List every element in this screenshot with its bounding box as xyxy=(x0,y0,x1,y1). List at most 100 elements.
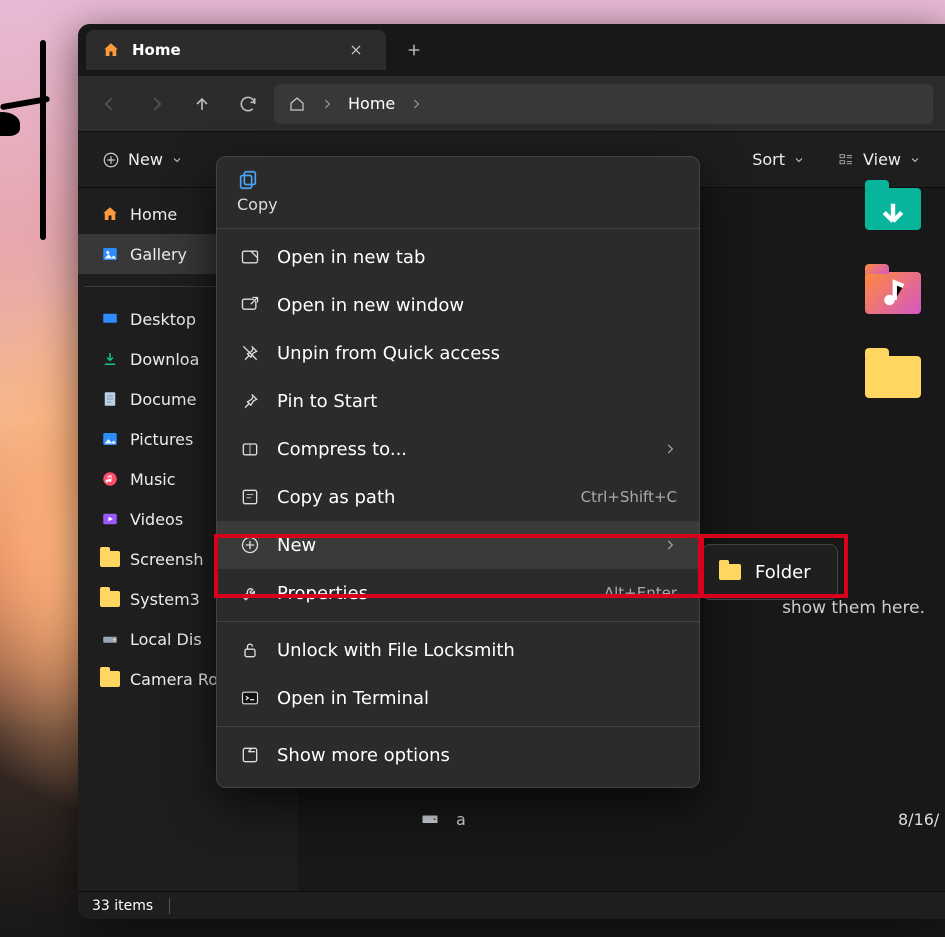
sidebar-item-label: Music xyxy=(130,470,176,489)
home-icon xyxy=(100,204,120,224)
ctx-shortcut: Ctrl+Shift+C xyxy=(581,488,677,506)
forward-button[interactable] xyxy=(136,84,176,124)
ctx-new[interactable]: New xyxy=(217,521,699,569)
ctx-label: Compress to... xyxy=(277,439,407,460)
context-separator xyxy=(217,228,699,229)
music-icon xyxy=(100,469,120,489)
more-icon xyxy=(239,744,261,766)
drive-icon xyxy=(100,629,120,649)
sidebar-item-label: Local Dis xyxy=(130,630,202,649)
sidebar-item-label: Pictures xyxy=(130,430,193,449)
folder-icon xyxy=(719,561,741,583)
ctx-unpin-quick-access[interactable]: Unpin from Quick access xyxy=(217,329,699,377)
row-name: a xyxy=(456,810,466,829)
status-bar: 33 items xyxy=(78,891,945,919)
ctx-open-new-window[interactable]: Open in new window xyxy=(217,281,699,329)
row-date: 8/16/ xyxy=(898,810,939,829)
close-icon[interactable] xyxy=(342,36,370,64)
ctx-show-more-options[interactable]: Show more options xyxy=(217,731,699,779)
tab-strip: Home xyxy=(78,24,945,76)
chevron-right-icon[interactable] xyxy=(409,97,423,111)
context-top-action[interactable]: Copy xyxy=(217,165,699,224)
sidebar-item-label: Downloa xyxy=(130,350,199,369)
drive-icon xyxy=(418,811,442,829)
sidebar-item-label: Desktop xyxy=(130,310,196,329)
sidebar-item-label: System3 xyxy=(130,590,200,609)
folder-icon xyxy=(100,589,120,609)
ctx-label: Open in new window xyxy=(277,295,464,316)
copy-icon xyxy=(237,169,679,191)
list-row[interactable]: a 8/16/ xyxy=(418,810,466,829)
wrench-icon xyxy=(239,582,261,604)
tab-home[interactable]: Home xyxy=(86,30,386,70)
context-submenu-new: Folder xyxy=(702,544,838,600)
music-folder-tile[interactable] xyxy=(865,272,921,314)
ctx-open-new-tab[interactable]: Open in new tab xyxy=(217,233,699,281)
terminal-icon xyxy=(239,687,261,709)
back-button[interactable] xyxy=(90,84,130,124)
ctx-label: Show more options xyxy=(277,745,450,766)
ctx-label: Properties xyxy=(277,583,368,604)
desktop-icon xyxy=(100,309,120,329)
chevron-right-icon xyxy=(663,442,677,456)
document-icon xyxy=(100,389,120,409)
tab-title: Home xyxy=(132,41,181,59)
ctx-label: Folder xyxy=(755,562,811,583)
address-bar[interactable]: Home xyxy=(274,84,933,124)
ctx-label: Unpin from Quick access xyxy=(277,343,500,364)
status-divider xyxy=(169,898,170,914)
video-icon xyxy=(100,509,120,529)
favorites-hint-text: show them here. xyxy=(782,598,925,618)
ctx-compress-to[interactable]: Compress to... xyxy=(217,425,699,473)
sidebar-item-label: Camera Roll xyxy=(130,670,227,689)
copy-path-icon xyxy=(239,486,261,508)
ctx-shortcut: Alt+Enter xyxy=(604,584,677,602)
ctx-label: New xyxy=(277,535,316,556)
context-separator xyxy=(217,621,699,622)
context-menu: Copy Open in new tab Open in new window … xyxy=(216,156,700,788)
ctx-copy-as-path[interactable]: Copy as path Ctrl+Shift+C xyxy=(217,473,699,521)
chevron-right-icon xyxy=(320,97,334,111)
archive-icon xyxy=(239,438,261,460)
ctx-label: Pin to Start xyxy=(277,391,377,412)
new-window-icon xyxy=(239,294,261,316)
new-tab-icon xyxy=(239,246,261,268)
ctx-label: Open in Terminal xyxy=(277,688,429,709)
pictures-icon xyxy=(100,429,120,449)
ctx-properties[interactable]: Properties Alt+Enter xyxy=(217,569,699,617)
sidebar-item-label: Docume xyxy=(130,390,196,409)
new-label: New xyxy=(128,150,163,169)
folder-icon xyxy=(100,669,120,689)
home-icon xyxy=(102,41,120,59)
sort-menu-button[interactable]: Sort xyxy=(744,144,813,175)
sidebar-item-label: Home xyxy=(130,205,177,224)
quick-access-folders xyxy=(865,188,945,398)
sidebar-item-label: Screensh xyxy=(130,550,203,569)
ctx-open-in-terminal[interactable]: Open in Terminal xyxy=(217,674,699,722)
download-icon xyxy=(100,349,120,369)
item-count: 33 items xyxy=(92,898,153,914)
unpin-icon xyxy=(239,342,261,364)
chevron-right-icon xyxy=(663,538,677,552)
context-separator xyxy=(217,726,699,727)
gallery-icon xyxy=(100,244,120,264)
up-button[interactable] xyxy=(182,84,222,124)
refresh-button[interactable] xyxy=(228,84,268,124)
sidebar-item-label: Videos xyxy=(130,510,183,529)
plus-circle-icon xyxy=(239,534,261,556)
folder-tile[interactable] xyxy=(865,356,921,398)
folder-icon xyxy=(100,549,120,569)
new-menu-button[interactable]: New xyxy=(94,144,191,175)
home-icon xyxy=(288,95,306,113)
pin-icon xyxy=(239,390,261,412)
ctx-unlock-filelocksmith[interactable]: Unlock with File Locksmith xyxy=(217,626,699,674)
downloads-folder-tile[interactable] xyxy=(865,188,921,230)
ctx-label: Unlock with File Locksmith xyxy=(277,640,515,661)
new-tab-button[interactable] xyxy=(394,30,434,70)
nav-bar: Home xyxy=(78,76,945,132)
view-menu-button[interactable]: View xyxy=(829,144,929,175)
ctx-label: Open in new tab xyxy=(277,247,425,268)
ctx-new-folder[interactable]: Folder xyxy=(703,549,837,595)
ctx-pin-to-start[interactable]: Pin to Start xyxy=(217,377,699,425)
breadcrumb-home[interactable]: Home xyxy=(348,94,395,113)
